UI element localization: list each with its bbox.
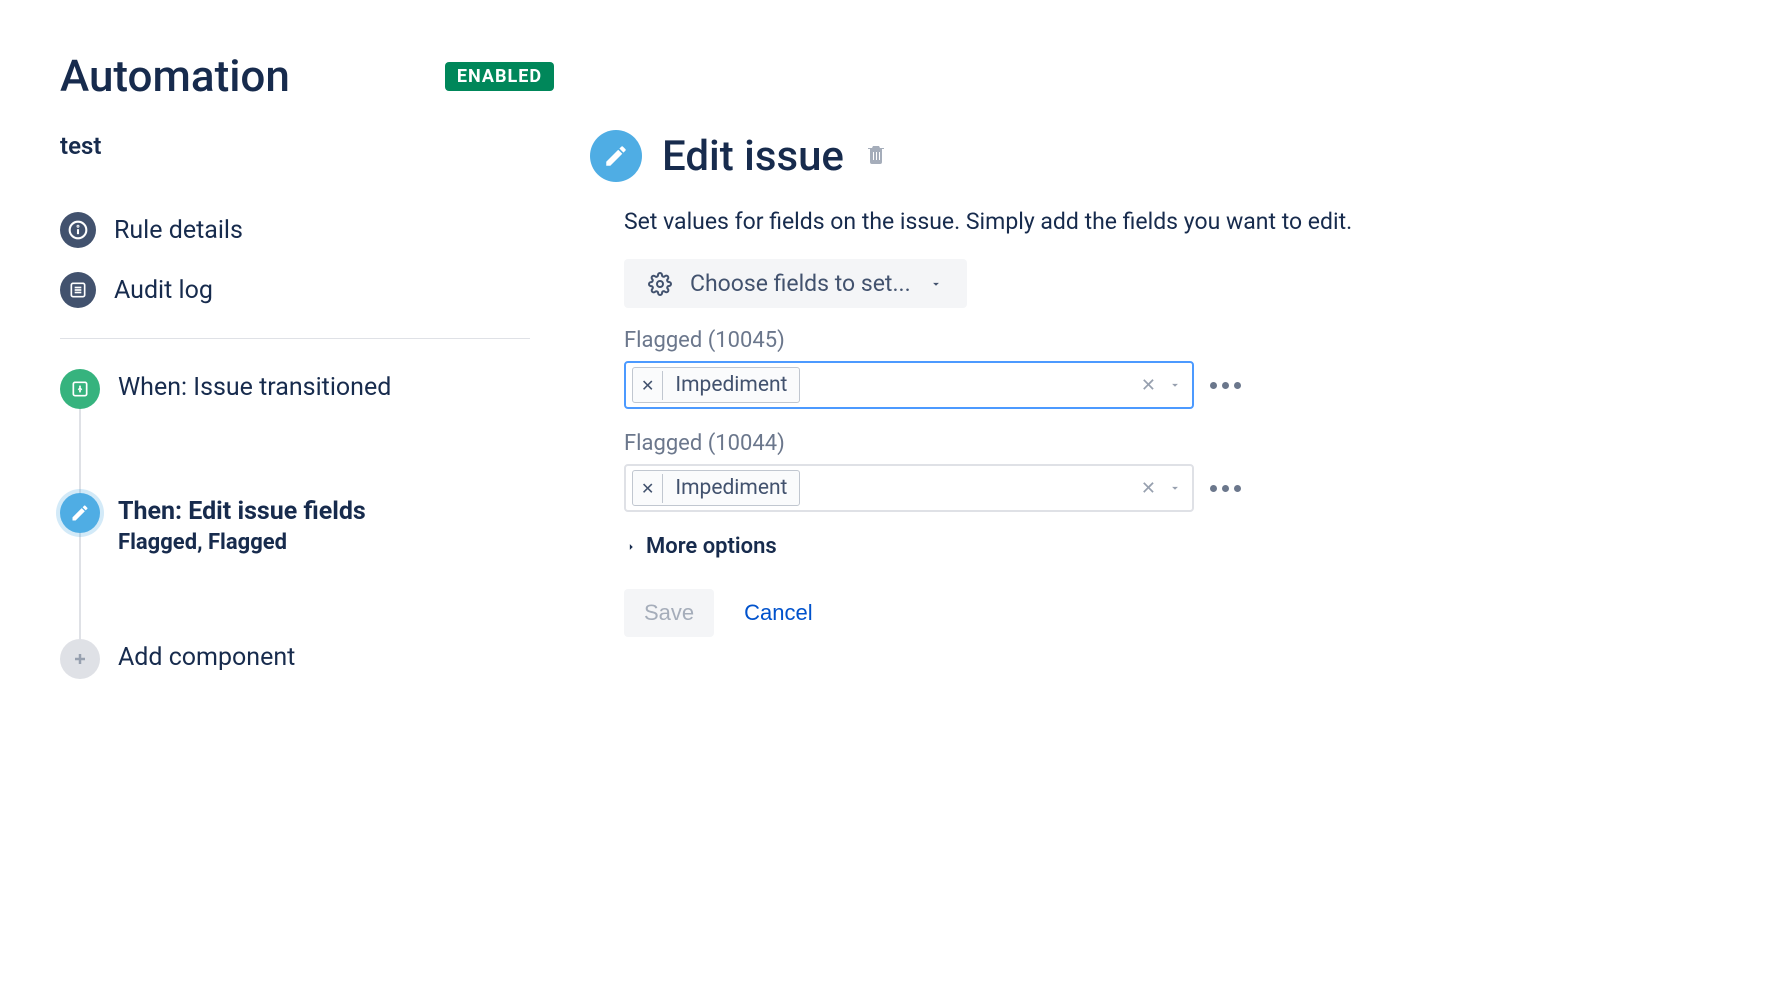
nav-rule-details-label: Rule details [114, 216, 243, 245]
sidebar: Automation ENABLED test Rule details Aud… [60, 50, 530, 691]
content-panel: Edit issue Set values for fields on the … [590, 50, 1728, 691]
panel-description: Set values for fields on the issue. Simp… [624, 208, 1728, 235]
step-list: When: Issue transitioned Then: Edit issu… [60, 357, 530, 691]
step-action-title: Then: Edit issue fields [118, 497, 366, 526]
tag-input-0[interactable]: ✕ Impediment ✕ [624, 361, 1194, 409]
tag-remove-icon[interactable]: ✕ [633, 371, 663, 400]
step-add-title: Add component [118, 643, 295, 672]
trigger-icon [60, 369, 100, 409]
panel-header: Edit issue [590, 130, 1728, 182]
gear-icon [648, 272, 672, 296]
field-row-0: ✕ Impediment ✕ [624, 361, 1728, 409]
trash-icon[interactable] [864, 142, 888, 170]
chevron-down-icon [929, 277, 943, 291]
panel-body: Set values for fields on the issue. Simp… [590, 208, 1728, 637]
header-row: Automation ENABLED [60, 50, 530, 102]
clear-icon[interactable]: ✕ [1141, 375, 1156, 396]
divider [60, 338, 530, 339]
button-row: Save Cancel [624, 589, 1728, 637]
tag-remove-icon[interactable]: ✕ [633, 474, 663, 503]
chevron-right-icon [624, 540, 638, 554]
rule-name[interactable]: test [60, 132, 530, 160]
clear-icon[interactable]: ✕ [1141, 478, 1156, 499]
choose-fields-label: Choose fields to set... [690, 270, 911, 297]
panel-title: Edit issue [662, 132, 844, 181]
tag-input-1[interactable]: ✕ Impediment ✕ [624, 464, 1194, 512]
field-row-1: ✕ Impediment ✕ [624, 464, 1728, 512]
nav-audit-log-label: Audit log [114, 276, 213, 305]
tag-text-1: Impediment [663, 471, 799, 505]
more-actions-icon[interactable] [1210, 485, 1241, 492]
more-options-toggle[interactable]: More options [624, 534, 1728, 559]
chevron-down-icon[interactable] [1168, 378, 1182, 392]
more-actions-icon[interactable] [1210, 382, 1241, 389]
field-label-0: Flagged (10045) [624, 328, 1728, 353]
tag-0: ✕ Impediment [632, 367, 800, 403]
step-add-component[interactable]: Add component [60, 627, 530, 691]
tag-text-0: Impediment [663, 368, 799, 402]
save-button[interactable]: Save [624, 589, 714, 637]
edit-icon [590, 130, 642, 182]
more-options-label: More options [646, 534, 777, 559]
field-label-1: Flagged (10044) [624, 431, 1728, 456]
choose-fields-button[interactable]: Choose fields to set... [624, 259, 967, 308]
plus-icon [60, 639, 100, 679]
nav-rule-details[interactable]: Rule details [60, 200, 530, 260]
step-action-subtitle: Flagged, Flagged [118, 530, 366, 555]
step-action[interactable]: Then: Edit issue fields Flagged, Flagged [60, 481, 530, 567]
nav-audit-log[interactable]: Audit log [60, 260, 530, 320]
step-trigger[interactable]: When: Issue transitioned [60, 357, 530, 421]
action-icon [60, 493, 100, 533]
step-trigger-title: When: Issue transitioned [118, 373, 391, 402]
info-icon [60, 212, 96, 248]
tag-1: ✕ Impediment [632, 470, 800, 506]
cancel-button[interactable]: Cancel [744, 600, 812, 626]
page-title: Automation [60, 50, 290, 102]
audit-log-icon [60, 272, 96, 308]
chevron-down-icon[interactable] [1168, 481, 1182, 495]
status-badge: ENABLED [445, 62, 554, 91]
